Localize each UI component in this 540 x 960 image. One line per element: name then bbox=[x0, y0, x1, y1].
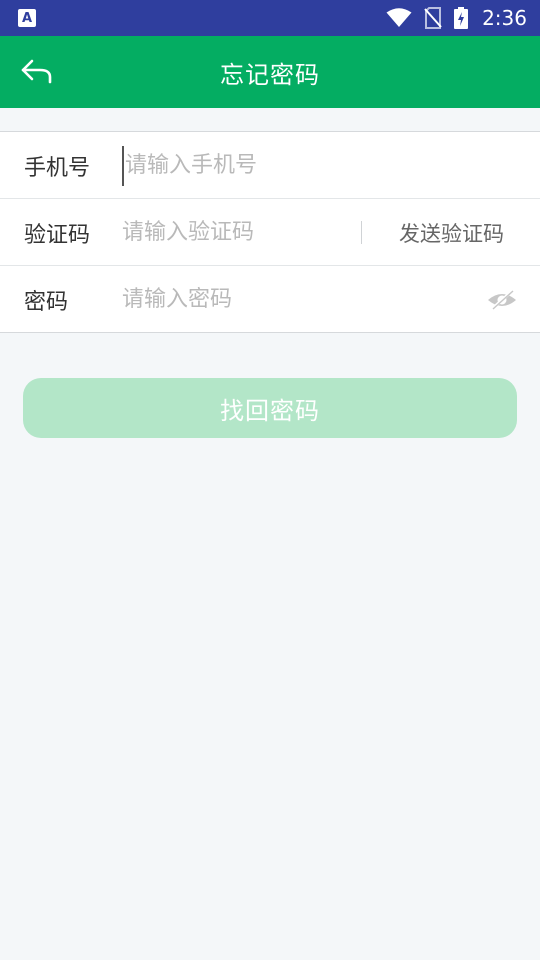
code-row: 验证码 发送验证码 bbox=[0, 199, 540, 266]
a-letter-icon: A bbox=[18, 9, 36, 27]
password-input[interactable] bbox=[122, 279, 352, 320]
page-title: 忘记密码 bbox=[220, 60, 320, 89]
no-sim-icon bbox=[424, 7, 442, 29]
back-button[interactable] bbox=[14, 50, 60, 94]
separator bbox=[361, 221, 362, 244]
send-code-button[interactable]: 发送验证码 bbox=[399, 218, 504, 248]
code-input[interactable] bbox=[122, 212, 352, 253]
code-label: 验证码 bbox=[24, 222, 91, 248]
reset-password-form: 手机号 验证码 发送验证码 密码 bbox=[0, 131, 540, 333]
phone-row: 手机号 bbox=[0, 132, 540, 199]
status-bar: A 2:36 bbox=[0, 0, 540, 36]
toggle-password-visibility[interactable] bbox=[486, 286, 518, 314]
back-arrow-icon bbox=[21, 59, 52, 84]
battery-charging-icon bbox=[454, 7, 469, 29]
status-time: 2:36 bbox=[482, 6, 527, 30]
eye-hidden-icon bbox=[488, 289, 516, 311]
password-label: 密码 bbox=[24, 289, 69, 315]
phone-input[interactable] bbox=[122, 145, 352, 186]
app-bar: 忘记密码 bbox=[0, 36, 540, 108]
wifi-icon bbox=[386, 8, 412, 27]
password-row: 密码 bbox=[0, 266, 540, 333]
phone-label: 手机号 bbox=[24, 155, 91, 181]
recover-password-button[interactable]: 找回密码 bbox=[23, 378, 517, 438]
